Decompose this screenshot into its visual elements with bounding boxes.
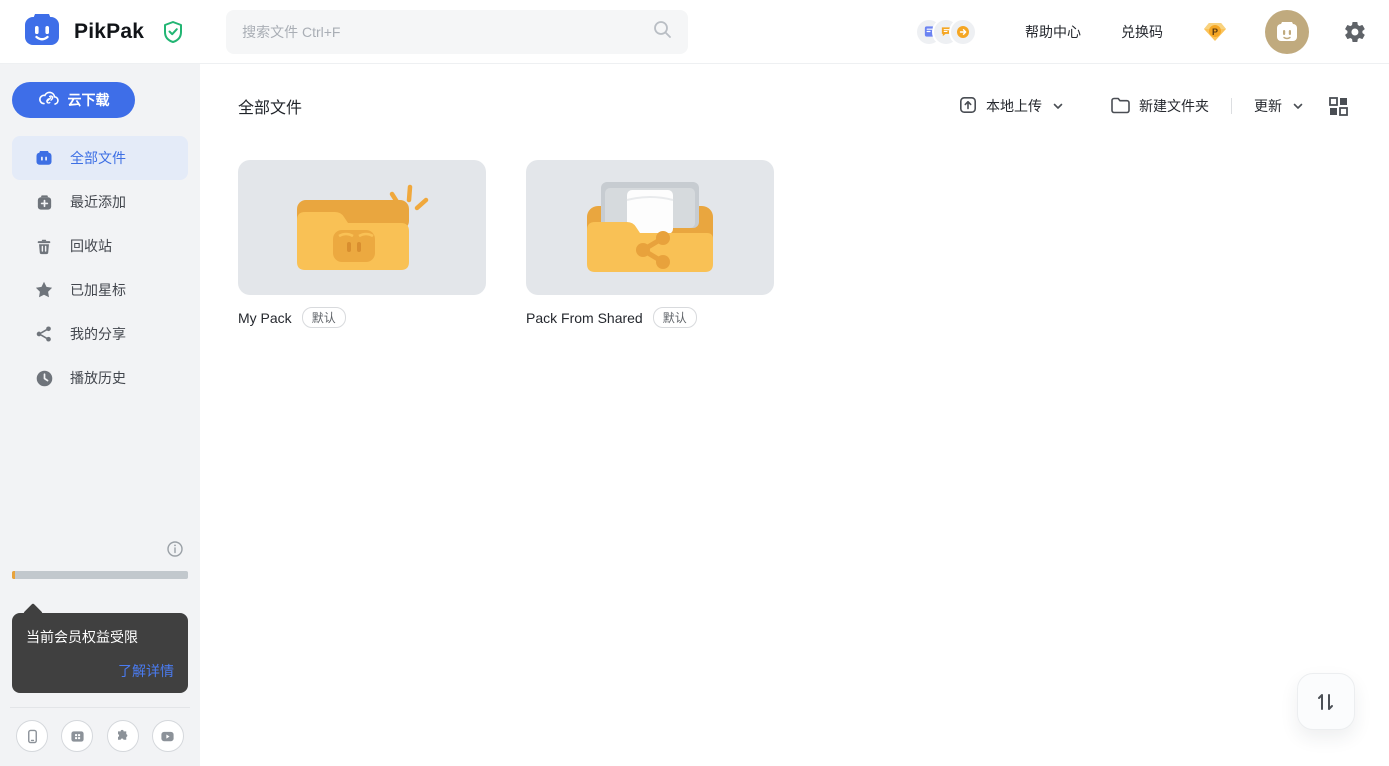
- premium-gem-badge[interactable]: P: [1201, 20, 1229, 44]
- membership-tooltip: 当前会员权益受限 了解详情: [12, 613, 188, 693]
- folder-card-my-pack[interactable]: My Pack 默认: [238, 160, 486, 328]
- search-icon[interactable]: [652, 19, 672, 44]
- sidebar-item-play-history[interactable]: 播放历史: [12, 356, 188, 400]
- header-right: 帮助中心 兑换码 P: [917, 10, 1367, 54]
- storage-quota-fill: [12, 571, 15, 579]
- sidebar-item-label: 我的分享: [70, 324, 126, 344]
- sidebar-menu: 全部文件 最近添加 回收站 已加星标: [12, 136, 188, 400]
- sidebar-item-label: 播放历史: [70, 368, 126, 388]
- trash-icon: [34, 236, 54, 256]
- mobile-app-icon[interactable]: [16, 720, 48, 752]
- upload-icon: [958, 95, 978, 118]
- brand-name: PikPak: [74, 20, 144, 44]
- sidebar-item-recent-added[interactable]: 最近添加: [12, 180, 188, 224]
- cloud-download-label: 云下载: [68, 90, 110, 110]
- tooltip-arrow: [23, 603, 43, 623]
- default-badge: 默认: [653, 307, 697, 328]
- sidebar-item-my-shares[interactable]: 我的分享: [12, 312, 188, 356]
- cloud-download-button[interactable]: 云下载: [12, 82, 135, 118]
- sidebar-item-starred[interactable]: 已加星标: [12, 268, 188, 312]
- grid-view-toggle[interactable]: [1328, 96, 1349, 117]
- new-folder-button[interactable]: 新建文件夹: [1110, 96, 1209, 117]
- toolbar: 本地上传 新建文件夹 更新: [958, 95, 1349, 118]
- quota-info-icon[interactable]: [166, 540, 184, 563]
- apps-row: [12, 708, 188, 756]
- star-icon: [34, 280, 54, 300]
- search-input[interactable]: [242, 24, 652, 40]
- security-shield-icon[interactable]: [162, 20, 184, 44]
- folder-icon: [1110, 96, 1131, 117]
- promo-stack[interactable]: [917, 20, 975, 44]
- share-icon: [34, 324, 54, 344]
- pack-from-shared-folder-icon: [526, 160, 774, 295]
- refresh-label: 更新: [1254, 96, 1282, 116]
- redeem-code-link[interactable]: 兑换码: [1121, 22, 1163, 42]
- default-badge: 默认: [302, 307, 346, 328]
- recent-added-icon: [34, 192, 54, 212]
- my-pack-folder-icon: [238, 160, 486, 295]
- local-upload-label: 本地上传: [986, 96, 1042, 116]
- video-channel-icon[interactable]: [152, 720, 184, 752]
- sidebar-item-label: 全部文件: [70, 148, 126, 168]
- sidebar-item-trash[interactable]: 回收站: [12, 224, 188, 268]
- folder-card-pack-from-shared[interactable]: Pack From Shared 默认: [526, 160, 774, 328]
- refresh-button[interactable]: 更新: [1254, 96, 1304, 116]
- all-files-icon: [34, 148, 54, 168]
- play-history-icon: [34, 368, 54, 388]
- local-upload-button[interactable]: 本地上传: [958, 95, 1064, 118]
- help-center-link[interactable]: 帮助中心: [1025, 22, 1081, 42]
- new-folder-label: 新建文件夹: [1139, 96, 1209, 116]
- brand[interactable]: PikPak: [22, 9, 184, 54]
- cloud-link-icon: [38, 90, 60, 111]
- sidebar-item-label: 已加星标: [70, 280, 126, 300]
- search-bar[interactable]: [226, 10, 688, 54]
- tooltip-learn-more-link[interactable]: 了解详情: [26, 661, 174, 681]
- toolbar-divider: [1231, 98, 1232, 114]
- user-avatar[interactable]: [1265, 10, 1309, 54]
- storage-quota-bar: [12, 571, 188, 579]
- tooltip-title: 当前会员权益受限: [26, 627, 174, 647]
- sidebar-item-label: 回收站: [70, 236, 112, 256]
- main-content: 全部文件 本地上传: [200, 64, 1389, 766]
- chevron-down-icon: [1052, 100, 1064, 112]
- sidebar: 云下载 全部文件 最近添加 回收站: [0, 64, 200, 766]
- svg-text:P: P: [1212, 27, 1218, 37]
- folder-name: My Pack: [238, 310, 292, 326]
- settings-gear-icon[interactable]: [1343, 20, 1367, 44]
- sidebar-item-label: 最近添加: [70, 192, 126, 212]
- folder-name: Pack From Shared: [526, 310, 643, 326]
- page-title: 全部文件: [238, 94, 302, 118]
- sort-order-button[interactable]: [1297, 673, 1355, 730]
- pikpak-logo-icon: [22, 9, 62, 54]
- app-header: PikPak 帮助中心 兑换码: [0, 0, 1389, 64]
- chevron-down-icon: [1292, 100, 1304, 112]
- invite-arrow-icon[interactable]: [951, 20, 975, 44]
- folder-grid: My Pack 默认: [238, 160, 1349, 328]
- browser-extension-icon[interactable]: [107, 720, 139, 752]
- tv-app-icon[interactable]: [61, 720, 93, 752]
- sidebar-item-all-files[interactable]: 全部文件: [12, 136, 188, 180]
